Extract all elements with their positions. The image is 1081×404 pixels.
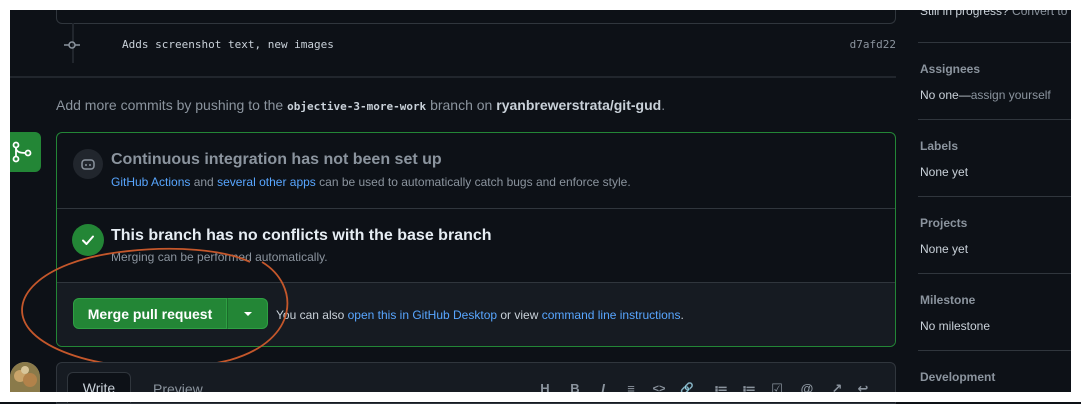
sidebar-divider (918, 196, 1071, 197)
development-heading[interactable]: Development (920, 370, 995, 384)
sidebar-divider (918, 350, 1071, 351)
sidebar-divider (918, 273, 1071, 274)
previous-timeline-box (56, 10, 896, 24)
other-apps-link[interactable]: several other apps (217, 175, 316, 189)
conflicts-description: Merging can be performed automatically. (111, 250, 328, 264)
assign-yourself-link[interactable]: assign yourself (971, 88, 1051, 102)
ci-text-1: and (190, 175, 218, 189)
check-icon (82, 235, 94, 245)
command-line-link[interactable]: command line instructions (542, 308, 681, 322)
ci-text-2: can be used to automatically catch bugs … (315, 175, 631, 189)
labels-value: None yet (920, 165, 969, 179)
assignees-heading[interactable]: Assignees (920, 62, 980, 76)
ci-icon-badge (73, 149, 103, 179)
sidebar: Still in progress? Convert to draft Assi… (918, 0, 1081, 402)
conflicts-title: This branch has no conflicts with the ba… (111, 227, 492, 244)
projects-heading[interactable]: Projects (920, 216, 967, 230)
push-hint-prefix: Add more commits by pushing to the (56, 97, 288, 113)
push-hint-middle: branch on (426, 97, 497, 113)
conflicts-section: This branch has no conflicts with the ba… (57, 209, 895, 283)
triangle-down-icon (244, 312, 252, 316)
sidebar-divider (918, 119, 1071, 120)
commit-sha-link[interactable]: d7afd22 (850, 38, 896, 51)
ci-description: GitHub Actions and several other apps ca… (111, 175, 631, 189)
git-branch-icon (12, 141, 32, 163)
robot-icon (81, 159, 95, 170)
frame-border-left (0, 0, 10, 402)
milestone-heading[interactable]: Milestone (920, 293, 975, 307)
git-merge-badge (10, 132, 41, 172)
merge-pull-request-button[interactable]: Merge pull request (73, 298, 227, 329)
merge-box: Continuous integration has not been set … (56, 132, 896, 347)
merge-hint-prefix: You can also (276, 308, 348, 322)
sidebar-divider (918, 42, 1071, 43)
frame-border-right (1071, 0, 1081, 402)
commit-message-link[interactable]: Adds screenshot text, new images (122, 38, 334, 51)
projects-value: None yet (920, 242, 969, 256)
merge-hint-suffix: . (680, 308, 684, 322)
assignees-value: No one—assign yourself (920, 88, 1051, 102)
ci-section: Continuous integration has not been set … (57, 133, 895, 209)
merge-hint-middle: or view (497, 308, 542, 322)
milestone-value: No milestone (920, 319, 991, 333)
timeline-break (10, 76, 896, 78)
frame-border-bottom (0, 392, 1081, 402)
merge-action-section: Merge pull request You can also open thi… (57, 283, 895, 346)
commit-icon (64, 37, 80, 53)
commit-row: Adds screenshot text, new images d7afd22 (60, 36, 896, 54)
frame-border-top (0, 0, 1081, 10)
assignees-none: No one— (920, 88, 971, 102)
avatar[interactable] (10, 362, 40, 392)
github-actions-link[interactable]: GitHub Actions (111, 175, 190, 189)
repo-name: ryanbrewerstrata/git-gud (496, 97, 662, 113)
push-hint: Add more commits by pushing to the objec… (56, 97, 665, 113)
branch-name: objective-3-more-work (287, 100, 427, 113)
merge-hint: You can also open this in GitHub Desktop… (276, 308, 684, 322)
labels-heading[interactable]: Labels (920, 139, 958, 153)
ci-title: Continuous integration has not been set … (111, 151, 442, 168)
push-hint-suffix: . (661, 97, 666, 113)
open-desktop-link[interactable]: open this in GitHub Desktop (348, 308, 497, 322)
merge-method-dropdown[interactable] (227, 298, 268, 329)
check-badge (72, 224, 104, 256)
